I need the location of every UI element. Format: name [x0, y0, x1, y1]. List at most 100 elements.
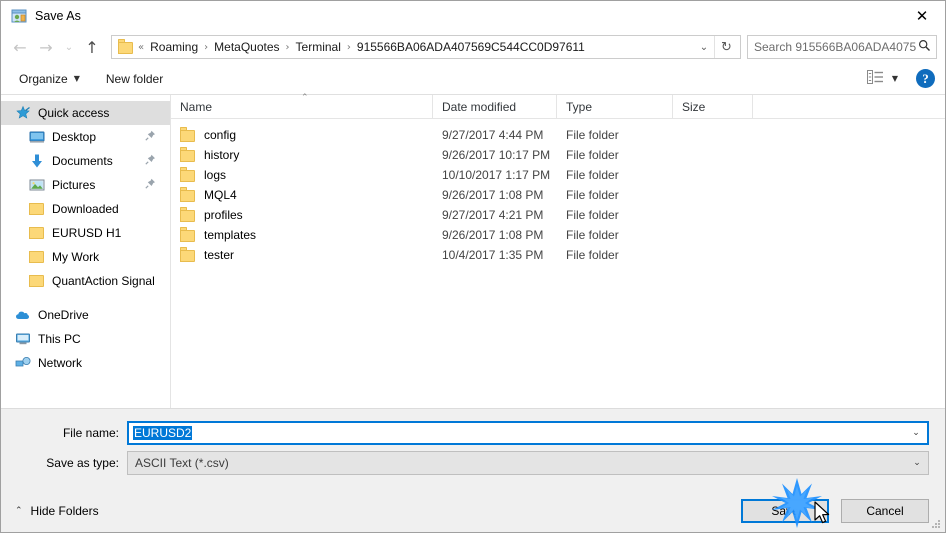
- close-icon[interactable]: ✕: [899, 1, 945, 31]
- breadcrumb-roaming[interactable]: Roaming: [145, 40, 203, 54]
- file-name-cell: history: [171, 146, 433, 162]
- sidebar-item-label: QuantAction Signal: [52, 274, 155, 288]
- sidebar-item-quantaction-signal[interactable]: QuantAction Signal: [1, 269, 170, 293]
- file-date-cell: 10/4/2017 1:35 PM: [442, 248, 544, 262]
- save-as-type-select[interactable]: ASCII Text (*.csv) ⌄: [127, 451, 929, 475]
- file-name-label: templates: [204, 228, 257, 242]
- column-header-size[interactable]: Size: [673, 94, 753, 119]
- network-icon: [15, 355, 31, 371]
- pin-icon[interactable]: [145, 178, 156, 192]
- sidebar-item-onedrive[interactable]: OneDrive: [1, 303, 170, 327]
- file-name-cell: profiles: [171, 206, 433, 222]
- new-folder-button[interactable]: New folder: [106, 72, 163, 86]
- file-name-input[interactable]: EURUSD2 ⌄: [127, 421, 929, 445]
- pin-icon[interactable]: [145, 154, 156, 168]
- view-mode-button[interactable]: ▼: [866, 70, 898, 87]
- navigation-sidebar: Quick access Desktop Documents Pictures …: [1, 95, 171, 408]
- chevron-down-icon[interactable]: ⌄: [694, 36, 714, 58]
- file-name-value-wrap: EURUSD2: [133, 426, 905, 440]
- chevron-down-icon[interactable]: ⌄: [906, 458, 928, 468]
- refresh-icon[interactable]: ↻: [714, 36, 738, 58]
- sidebar-item-desktop[interactable]: Desktop: [1, 125, 170, 149]
- search-input[interactable]: Search 915566BA06ADA40756...: [754, 40, 916, 54]
- cancel-button[interactable]: Cancel: [841, 498, 929, 523]
- save-button[interactable]: Save: [741, 498, 829, 523]
- help-button[interactable]: ?: [916, 69, 935, 88]
- chevron-down-icon[interactable]: ⌄: [905, 428, 927, 438]
- breadcrumb-current-folder[interactable]: 915566BA06ADA407569C544CC0D97611: [352, 40, 590, 54]
- folder-icon: [29, 273, 45, 289]
- file-name-label: logs: [204, 168, 227, 182]
- navigation-bar: ← → ⌄ ↑ « Roaming › MetaQuotes › Termina…: [1, 31, 945, 63]
- sidebar-item-my-work[interactable]: My Work: [1, 245, 170, 269]
- onedrive-icon: [15, 307, 31, 323]
- hide-folders-label: Hide Folders: [30, 503, 99, 518]
- file-list-pane: ⌃ Name Date modified Type Size config 9/…: [171, 93, 945, 408]
- folder-icon: [29, 201, 45, 217]
- sidebar-item-label: Quick access: [38, 106, 110, 120]
- file-name-cell: config: [171, 126, 433, 142]
- address-bar[interactable]: « Roaming › MetaQuotes › Terminal › 9155…: [111, 35, 741, 59]
- organize-button[interactable]: Organize ▼: [19, 72, 80, 86]
- sidebar-item-label: My Work: [52, 250, 100, 264]
- file-date-cell: 9/26/2017 1:08 PM: [442, 228, 544, 242]
- breadcrumb-overflow[interactable]: «: [137, 42, 145, 53]
- file-date-cell: 10/10/2017 1:17 PM: [442, 168, 551, 182]
- column-header-type[interactable]: Type: [557, 94, 673, 119]
- sidebar-item-eurusd-h1[interactable]: EURUSD H1: [1, 221, 170, 245]
- table-row[interactable]: config 9/27/2017 4:44 PM File folder: [171, 125, 945, 145]
- table-row[interactable]: tester 10/4/2017 1:35 PM File folder: [171, 245, 945, 265]
- breadcrumb-terminal[interactable]: Terminal: [291, 40, 346, 54]
- title-bar: Save As ✕: [1, 1, 945, 31]
- file-name-label: history: [204, 148, 240, 162]
- folder-icon: [180, 226, 196, 242]
- documents-icon: [29, 153, 45, 169]
- command-bar: Organize ▼ New folder ▼ ?: [1, 63, 945, 95]
- file-type-cell: File folder: [566, 128, 619, 142]
- up-button[interactable]: ↑: [79, 34, 105, 60]
- file-name-row: File name: EURUSD2 ⌄: [1, 421, 945, 445]
- sidebar-item-this-pc[interactable]: This PC: [1, 327, 170, 351]
- hide-folders-button[interactable]: ⌃ Hide Folders: [15, 504, 99, 518]
- file-name-label: config: [204, 128, 237, 142]
- folder-icon: [180, 246, 196, 262]
- sidebar-item-documents[interactable]: Documents: [1, 149, 170, 173]
- pin-icon[interactable]: [145, 130, 156, 144]
- resize-grip[interactable]: [932, 520, 942, 530]
- sidebar-item-label: Downloaded: [52, 202, 119, 216]
- file-date-cell: 9/26/2017 1:08 PM: [442, 188, 544, 202]
- new-folder-label: New folder: [105, 71, 164, 86]
- save-as-type-label: Save as type:: [46, 456, 119, 470]
- recent-locations-button[interactable]: ⌄: [59, 34, 79, 60]
- table-row[interactable]: templates 9/26/2017 1:08 PM File folder: [171, 225, 945, 245]
- save-form: File name: EURUSD2 ⌄ Save as type: ASCII…: [1, 409, 945, 489]
- sidebar-item-label: This PC: [38, 332, 81, 346]
- table-row[interactable]: logs 10/10/2017 1:17 PM File folder: [171, 165, 945, 185]
- folder-icon: [180, 206, 196, 222]
- folder-icon: [29, 249, 45, 265]
- file-rows: config 9/27/2017 4:44 PM File folder his…: [171, 119, 945, 265]
- file-date-cell: 9/26/2017 10:17 PM: [442, 148, 551, 162]
- column-header-date-modified[interactable]: Date modified: [433, 94, 557, 119]
- forward-button[interactable]: →: [33, 34, 59, 60]
- sidebar-item-pictures[interactable]: Pictures: [1, 173, 170, 197]
- sidebar-item-network[interactable]: Network: [1, 351, 170, 375]
- file-type-cell: File folder: [566, 168, 619, 182]
- this-pc-icon: [15, 331, 31, 347]
- file-name-label: tester: [204, 248, 235, 262]
- desktop-icon: [29, 129, 45, 145]
- back-button[interactable]: ←: [7, 34, 33, 60]
- sidebar-item-downloaded[interactable]: Downloaded: [1, 197, 170, 221]
- pictures-icon: [29, 177, 45, 193]
- table-row[interactable]: profiles 9/27/2017 4:21 PM File folder: [171, 205, 945, 225]
- breadcrumb-metaquotes[interactable]: MetaQuotes: [209, 40, 284, 54]
- folder-icon: [180, 146, 196, 162]
- save-as-type-value: ASCII Text (*.csv): [135, 456, 229, 470]
- save-as-dialog: Save As ✕ ← → ⌄ ↑ « Roaming › MetaQuotes…: [0, 0, 946, 533]
- search-box[interactable]: Search 915566BA06ADA40756...: [747, 35, 937, 59]
- table-row[interactable]: history 9/26/2017 10:17 PM File folder: [171, 145, 945, 165]
- table-row[interactable]: MQL4 9/26/2017 1:08 PM File folder: [171, 185, 945, 205]
- sidebar-item-quick-access[interactable]: Quick access: [1, 101, 170, 125]
- sidebar-item-label: OneDrive: [38, 308, 89, 322]
